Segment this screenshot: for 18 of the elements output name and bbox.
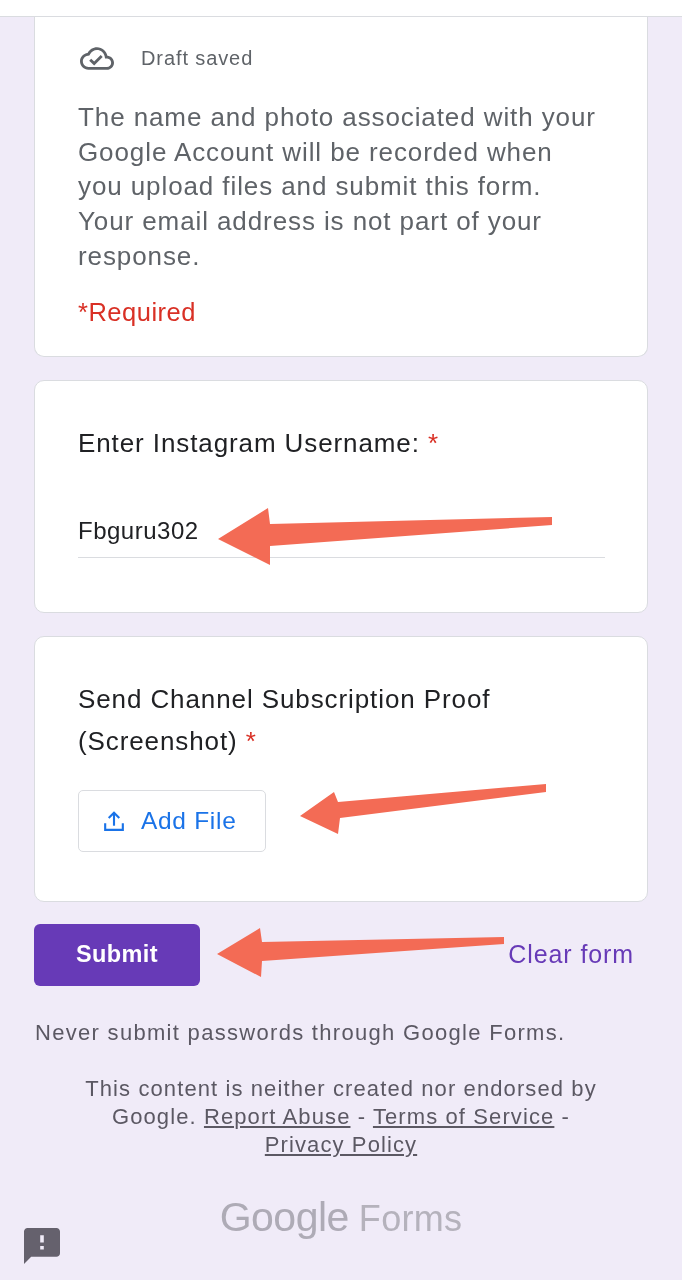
cloud-check-icon xyxy=(80,46,114,70)
password-warning: Never submit passwords through Google Forms. xyxy=(35,1018,567,1047)
clear-form-button[interactable]: Clear form xyxy=(494,923,648,986)
logo-wordmark: Google xyxy=(219,1196,349,1237)
submit-button[interactable]: Submit xyxy=(34,923,200,986)
account-notice: The name and photo associated with your Google Account will be recorded when you upload files and submit this form. Your email address is not part of your response. xyxy=(78,101,597,273)
feedback-icon[interactable] xyxy=(24,1228,60,1264)
upload-icon xyxy=(104,810,124,831)
question-title: Enter Instagram Username: * xyxy=(78,426,440,460)
product-name: Forms xyxy=(358,1198,463,1239)
required-note: *Required xyxy=(78,296,197,328)
add-file-button[interactable]: Add File xyxy=(78,789,266,852)
footer-link[interactable]: Report Abuse xyxy=(203,1103,351,1129)
draft-status: Draft saved xyxy=(141,46,254,70)
footer-link[interactable]: Terms of Service xyxy=(372,1103,555,1129)
disclaimer-text: This content is neither created nor endorsed by Google. Report Abuse - Terms of Service - Privacy Policy xyxy=(84,1074,598,1159)
footer-link[interactable]: Privacy Policy xyxy=(264,1131,418,1157)
question-title: Send Channel Subscription Proof (Screenshot) * xyxy=(78,682,492,758)
